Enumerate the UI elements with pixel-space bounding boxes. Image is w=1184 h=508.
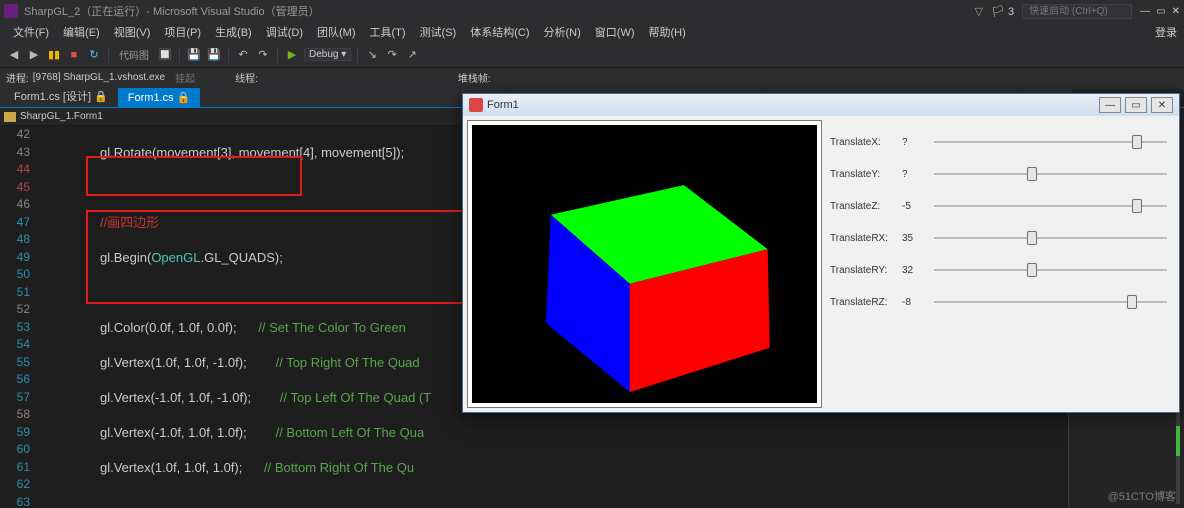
maximize-button[interactable]: ▭ xyxy=(1156,6,1165,17)
pause-icon[interactable]: ▮▮ xyxy=(46,47,62,63)
menu-file[interactable]: 文件(F) xyxy=(6,22,56,42)
slider-rotate-z: TranslateRZ: -8 xyxy=(830,286,1167,318)
slider-track-y[interactable] xyxy=(934,164,1167,184)
lock-icon: 🔒 xyxy=(177,92,191,104)
slider-translate-y: TranslateY: ? xyxy=(830,158,1167,190)
menu-team[interactable]: 团队(M) xyxy=(310,22,363,42)
menu-test[interactable]: 测试(S) xyxy=(413,22,464,42)
continue-icon[interactable]: ▶ xyxy=(284,47,300,63)
config-dropdown[interactable]: Debug ▾ xyxy=(304,48,351,61)
toolbar: ◀ ▶ ▮▮ ■ ↻ 代码图 🔲 💾 💾 ↶ ↷ ▶ Debug ▾ ↘ ↷ ↗ xyxy=(0,42,1184,68)
slider-panel: TranslateX: ? TranslateY: ? TranslateZ: … xyxy=(822,120,1175,408)
menu-architecture[interactable]: 体系结构(C) xyxy=(463,22,536,42)
notification-icon[interactable]: ▽ xyxy=(975,5,983,18)
undo-icon[interactable]: ↶ xyxy=(235,47,251,63)
code-content: gl.Rotate(movement[3], movement[4], move… xyxy=(40,126,475,508)
cube-render xyxy=(472,125,817,403)
menu-build[interactable]: 生成(B) xyxy=(208,22,259,42)
thread-label: 线程: xyxy=(235,70,258,85)
nav-fwd-icon[interactable]: ▶ xyxy=(26,47,42,63)
line-gutter: 4243 4445 46 4748495051 52 5354555657 58… xyxy=(0,126,34,508)
menu-project[interactable]: 项目(P) xyxy=(157,22,208,42)
form-title-text: Form1 xyxy=(487,99,519,111)
slider-track-x[interactable] xyxy=(934,132,1167,152)
menu-window[interactable]: 窗口(W) xyxy=(588,22,642,42)
tab-code[interactable]: Form1.cs 🔒 xyxy=(118,88,201,107)
slider-translate-x: TranslateX: ? xyxy=(830,126,1167,158)
menu-view[interactable]: 视图(V) xyxy=(107,22,158,42)
stackframe-label: 堆栈帧: xyxy=(458,70,491,85)
slider-rotate-x: TranslateRX: 35 xyxy=(830,222,1167,254)
breadcrumb-path: SharpGL_1.Form1 xyxy=(20,111,103,122)
step-over-icon[interactable]: ↷ xyxy=(384,47,400,63)
process-value[interactable]: [9768] SharpGL_1.vshost.exe xyxy=(33,72,165,83)
stop-icon[interactable]: ■ xyxy=(66,47,82,63)
save-icon[interactable]: 💾 xyxy=(186,47,202,63)
class-icon xyxy=(4,112,16,122)
quick-launch-input[interactable] xyxy=(1022,4,1132,19)
nav-back-icon[interactable]: ◀ xyxy=(6,47,22,63)
close-button[interactable]: ✕ xyxy=(1172,6,1180,17)
codemap-label[interactable]: 代码图 xyxy=(115,47,153,62)
form-close-button[interactable]: ✕ xyxy=(1151,97,1173,113)
form-minimize-button[interactable]: — xyxy=(1099,97,1121,113)
menu-analyze[interactable]: 分析(N) xyxy=(537,22,588,42)
slider-track-z[interactable] xyxy=(934,196,1167,216)
menu-bar: 文件(F) 编辑(E) 视图(V) 项目(P) 生成(B) 调试(D) 团队(M… xyxy=(0,22,1184,42)
title-bar: SharpGL_2（正在运行）- Microsoft Visual Studio… xyxy=(0,0,1184,22)
save-all-icon[interactable]: 💾 xyxy=(206,47,222,63)
menu-help[interactable]: 帮助(H) xyxy=(642,22,693,42)
window-title: SharpGL_2（正在运行）- Microsoft Visual Studio… xyxy=(24,3,320,19)
lock-icon: 🔒 xyxy=(94,91,108,103)
menu-edit[interactable]: 编辑(E) xyxy=(56,22,107,42)
slider-track-rz[interactable] xyxy=(934,292,1167,312)
slider-rotate-y: TranslateRY: 32 xyxy=(830,254,1167,286)
form-titlebar[interactable]: Form1 — ▭ ✕ xyxy=(463,94,1179,116)
step-into-icon[interactable]: ↘ xyxy=(364,47,380,63)
step-out-icon[interactable]: ↗ xyxy=(404,47,420,63)
minimize-button[interactable]: — xyxy=(1140,6,1150,17)
slider-translate-z: TranslateZ: -5 xyxy=(830,190,1167,222)
flag-icon[interactable]: 🏳 3 xyxy=(991,5,1014,18)
debug-location-toolbar: 进程: [9768] SharpGL_1.vshost.exe 挂起 线程: 堆… xyxy=(0,68,1184,86)
tab-designer[interactable]: Form1.cs [设计] 🔒 xyxy=(4,85,118,107)
menu-debug[interactable]: 调试(D) xyxy=(259,22,310,42)
menu-tools[interactable]: 工具(T) xyxy=(363,22,413,42)
running-app-window[interactable]: Form1 — ▭ ✕ TranslateX: ? Transl xyxy=(462,93,1180,413)
process-label: 进程: xyxy=(6,70,29,85)
login-link[interactable]: 登录 xyxy=(1148,22,1184,42)
app-icon xyxy=(469,98,483,112)
slider-track-ry[interactable] xyxy=(934,260,1167,280)
opengl-canvas xyxy=(467,120,822,408)
slider-track-rx[interactable] xyxy=(934,228,1167,248)
restart-icon[interactable]: ↻ xyxy=(86,47,102,63)
redo-icon[interactable]: ↷ xyxy=(255,47,271,63)
codemap-icon[interactable]: 🔲 xyxy=(157,47,173,63)
suspend-label[interactable]: 挂起 xyxy=(175,70,195,85)
watermark: @51CTO博客 xyxy=(1108,488,1176,504)
form-maximize-button[interactable]: ▭ xyxy=(1125,97,1147,113)
vs-logo-icon xyxy=(4,4,18,18)
